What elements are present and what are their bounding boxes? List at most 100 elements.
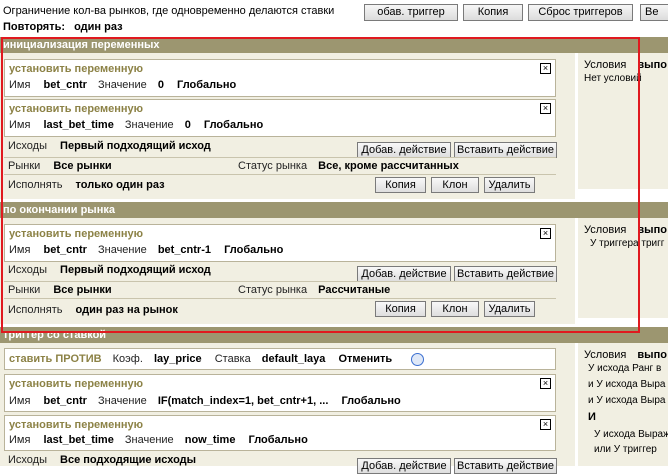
conditions-label: Условия — [584, 349, 627, 361]
markets-label: Рынки — [8, 160, 41, 172]
copy-button[interactable]: Копия — [375, 301, 426, 317]
repeat-value[interactable]: один раз — [74, 21, 122, 33]
condition-line: или У триггер — [594, 444, 657, 455]
variable-scope[interactable]: Глобально — [224, 244, 283, 256]
variable-value[interactable]: 0 — [185, 119, 191, 131]
close-icon[interactable]: × — [540, 419, 551, 430]
action-title[interactable]: установить переменную — [9, 228, 143, 240]
value-label: Значение — [97, 79, 147, 91]
markets-label: Рынки — [8, 284, 41, 296]
section-market-end-conditions: Условия выпо У триггера тригг — [578, 218, 668, 318]
coef-label: Коэф. — [112, 353, 143, 365]
name-label: Имя — [9, 395, 31, 407]
value-label: Значение — [124, 434, 174, 446]
condition-line: и У исхода Выра — [588, 379, 666, 390]
add-action-button[interactable]: Добав. действие — [357, 142, 451, 158]
variable-value[interactable]: IF(match_index=1, bet_cntr+1, ... — [158, 395, 329, 407]
conditions-mode[interactable]: выпо — [637, 59, 667, 71]
execute-value[interactable]: один раз на рынок — [76, 304, 178, 316]
condition-line: и У исхода Выра — [588, 395, 666, 406]
markets-value[interactable]: Все рынки — [53, 284, 111, 296]
action-title[interactable]: установить переменную — [9, 419, 143, 431]
repeat-row: Повторять: один раз — [3, 21, 123, 33]
action-title[interactable]: установить переменную — [9, 63, 143, 75]
conditions-mode[interactable]: выпо — [637, 349, 667, 361]
coef-value[interactable]: lay_price — [154, 353, 202, 365]
outcomes-value[interactable]: Все подходящие исходы — [60, 454, 196, 466]
execute-value[interactable]: только один раз — [76, 179, 165, 191]
action-title[interactable]: ставить ПРОТИВ — [9, 353, 102, 365]
variable-value[interactable]: now_time — [185, 434, 236, 446]
variable-name[interactable]: last_bet_time — [44, 119, 114, 131]
reset-triggers-button[interactable]: Сброс триггеров — [528, 4, 633, 21]
close-icon[interactable]: × — [540, 378, 551, 389]
conditions-label: Условия — [584, 224, 627, 236]
section-market-end-header[interactable]: по окончании рынка — [0, 202, 668, 218]
outcomes-label: Исходы — [8, 454, 47, 466]
value-label: Значение — [97, 395, 147, 407]
more-button[interactable]: Ве — [640, 4, 668, 21]
insert-action-button[interactable]: Вставить действие — [454, 458, 557, 474]
divider — [4, 281, 556, 282]
add-action-button[interactable]: Добав. действие — [357, 266, 451, 282]
name-label: Имя — [9, 119, 31, 131]
variable-value[interactable]: 0 — [158, 79, 164, 91]
section-bet-trigger-conditions: Условия выпо У исхода Ранг в и У исхода … — [578, 343, 668, 466]
clone-button[interactable]: Клон — [431, 301, 479, 317]
condition-line: У исхода Ранг в — [588, 363, 662, 374]
condition-line: У исхода Выраж — [594, 429, 668, 440]
action-set-variable: установить переменную × Имя bet_cntr Зна… — [4, 374, 556, 412]
action-lay-bet: ставить ПРОТИВ Коэф. lay_price Ставка de… — [4, 348, 556, 370]
name-label: Имя — [9, 79, 31, 91]
close-icon[interactable]: × — [540, 63, 551, 74]
markets-value[interactable]: Все рынки — [53, 160, 111, 172]
action-set-variable: установить переменную × Имя bet_cntr Зна… — [4, 224, 556, 262]
outcomes-value[interactable]: Первый подходящий исход — [60, 140, 211, 152]
variable-name[interactable]: bet_cntr — [44, 79, 87, 91]
variable-scope[interactable]: Глобально — [177, 79, 236, 91]
conditions-label: Условия — [584, 59, 627, 71]
delete-button[interactable]: Удалить — [484, 301, 535, 317]
cancel-mode[interactable]: Отменить — [338, 353, 392, 365]
variable-value[interactable]: bet_cntr-1 — [158, 244, 211, 256]
section-init-header[interactable]: инициализация переменных — [0, 37, 668, 53]
clock-icon[interactable] — [411, 353, 424, 366]
execute-label: Исполнять — [8, 179, 63, 191]
outcomes-label: Исходы — [8, 264, 47, 276]
insert-action-button[interactable]: Вставить действие — [454, 142, 557, 158]
repeat-label: Повторять: — [3, 21, 66, 33]
close-icon[interactable]: × — [540, 103, 551, 114]
trigger-title: Ограничение кол-ва рынков, где одновреме… — [3, 5, 335, 17]
section-bet-trigger-header[interactable]: триггер со ставкой — [0, 327, 668, 343]
copy-trigger-button[interactable]: Копия — [463, 4, 523, 21]
market-status-value[interactable]: Все, кроме рассчитанных — [318, 160, 459, 172]
copy-button[interactable]: Копия — [375, 177, 426, 193]
add-trigger-button[interactable]: обав. триггер — [364, 4, 458, 21]
insert-action-button[interactable]: Вставить действие — [454, 266, 557, 282]
market-status-value[interactable]: Рассчитаные — [318, 284, 390, 296]
value-label: Значение — [124, 119, 174, 131]
variable-scope[interactable]: Глобально — [341, 395, 400, 407]
variable-name[interactable]: bet_cntr — [44, 395, 87, 407]
name-label: Имя — [9, 434, 31, 446]
variable-scope[interactable]: Глобально — [249, 434, 308, 446]
clone-button[interactable]: Клон — [431, 177, 479, 193]
conditions-mode[interactable]: выпо — [637, 224, 667, 236]
divider — [4, 174, 556, 175]
stake-value[interactable]: default_laya — [262, 353, 326, 365]
variable-name[interactable]: last_bet_time — [44, 434, 114, 446]
add-action-button[interactable]: Добав. действие — [357, 458, 451, 474]
delete-button[interactable]: Удалить — [484, 177, 535, 193]
execute-label: Исполнять — [8, 304, 63, 316]
market-status-label: Статус рынка — [238, 160, 308, 172]
action-title[interactable]: установить переменную — [9, 103, 143, 115]
variable-scope[interactable]: Глобально — [204, 119, 263, 131]
variable-name[interactable]: bet_cntr — [44, 244, 87, 256]
outcomes-value[interactable]: Первый подходящий исход — [60, 264, 211, 276]
outcomes-label: Исходы — [8, 140, 47, 152]
stake-label: Ставка — [214, 353, 251, 365]
condition-operator: И — [588, 411, 596, 423]
conditions-text: У триггера тригг — [590, 238, 665, 249]
close-icon[interactable]: × — [540, 228, 551, 239]
action-title[interactable]: установить переменную — [9, 378, 143, 390]
